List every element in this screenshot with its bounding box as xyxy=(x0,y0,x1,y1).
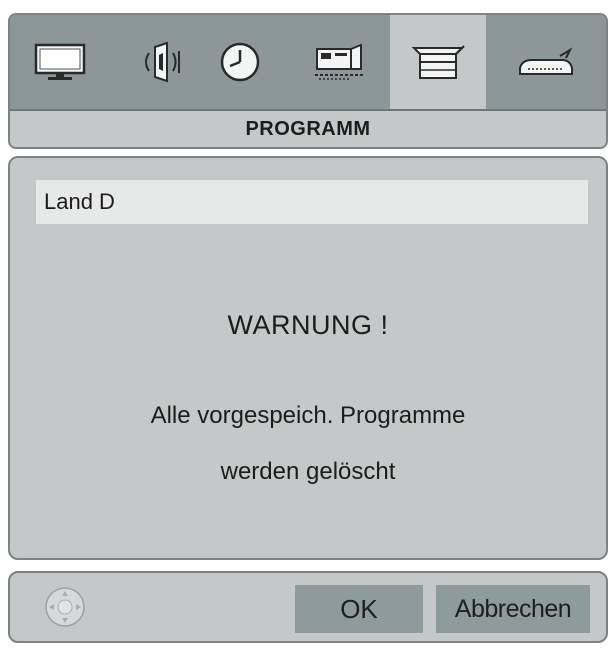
warning-title: WARNUNG ! xyxy=(227,310,389,340)
country-field[interactable]: Land D xyxy=(36,180,588,224)
cancel-button[interactable]: Abbrechen xyxy=(436,585,590,633)
warning-message-line-1: Alle vorgespeich. Programme xyxy=(150,402,466,429)
tv-icon xyxy=(34,43,86,80)
speaker-icon xyxy=(145,41,180,83)
button-bar: OK Abbrechen xyxy=(8,571,608,643)
menu-title: PROGRAMM xyxy=(245,118,371,140)
input-source-icon xyxy=(519,47,573,75)
menu-tab-function[interactable] xyxy=(292,15,386,109)
menu-icon-bar xyxy=(10,15,606,111)
warning-dialog: Land D WARNUNG ! Alle vorgespeich. Progr… xyxy=(8,156,608,560)
main-menu: PROGRAMM xyxy=(8,13,608,149)
clock-icon xyxy=(220,42,260,82)
menu-tab-sound[interactable] xyxy=(118,15,206,109)
ok-button[interactable]: OK xyxy=(295,585,423,633)
menu-tab-timer[interactable] xyxy=(196,15,284,109)
menu-tab-program[interactable] xyxy=(390,15,486,109)
warning-message-line-2: werden gelöscht xyxy=(220,458,396,485)
channel-list-icon xyxy=(411,45,465,79)
menu-tab-picture[interactable] xyxy=(16,15,104,109)
navigation-pad-icon xyxy=(45,587,85,627)
menu-tab-source[interactable] xyxy=(498,15,594,109)
settings-device-icon xyxy=(315,43,363,80)
